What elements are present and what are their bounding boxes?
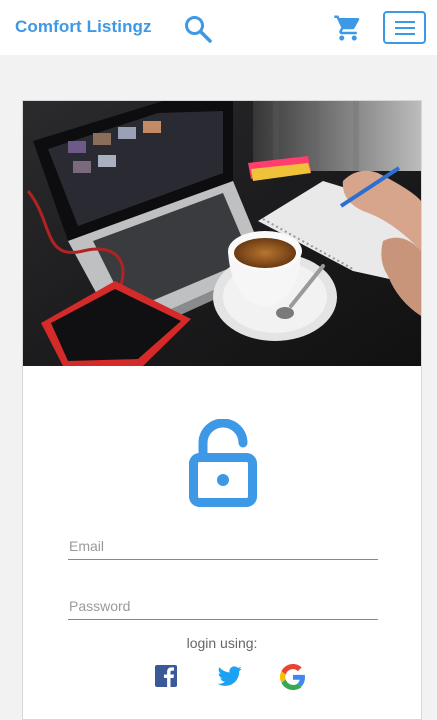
twitter-login-button[interactable] (217, 664, 244, 690)
hamburger-menu-icon-bar (395, 27, 415, 29)
hamburger-menu-icon-bar (395, 33, 415, 35)
email-field[interactable] (68, 533, 378, 560)
top-navbar: Comfort Listingz (0, 0, 437, 55)
login-using-label: login using: (186, 635, 258, 651)
cart-button[interactable] (333, 13, 363, 43)
facebook-login-button[interactable] (154, 664, 180, 690)
cart-icon (334, 15, 360, 41)
facebook-icon (155, 665, 177, 687)
unlocked-padlock-icon (189, 419, 257, 507)
hamburger-menu-button[interactable] (383, 11, 426, 44)
google-login-button[interactable] (280, 664, 306, 690)
hero-image-desk-laptop-coffee (23, 101, 421, 366)
google-icon (280, 664, 305, 690)
search-button[interactable] (183, 14, 213, 44)
twitter-icon (217, 666, 242, 686)
brand-logo-text[interactable]: Comfort Listingz (15, 17, 152, 37)
hamburger-menu-icon (395, 21, 415, 23)
password-field[interactable] (68, 593, 378, 620)
search-icon (185, 16, 212, 43)
login-card: login using: (22, 100, 422, 720)
